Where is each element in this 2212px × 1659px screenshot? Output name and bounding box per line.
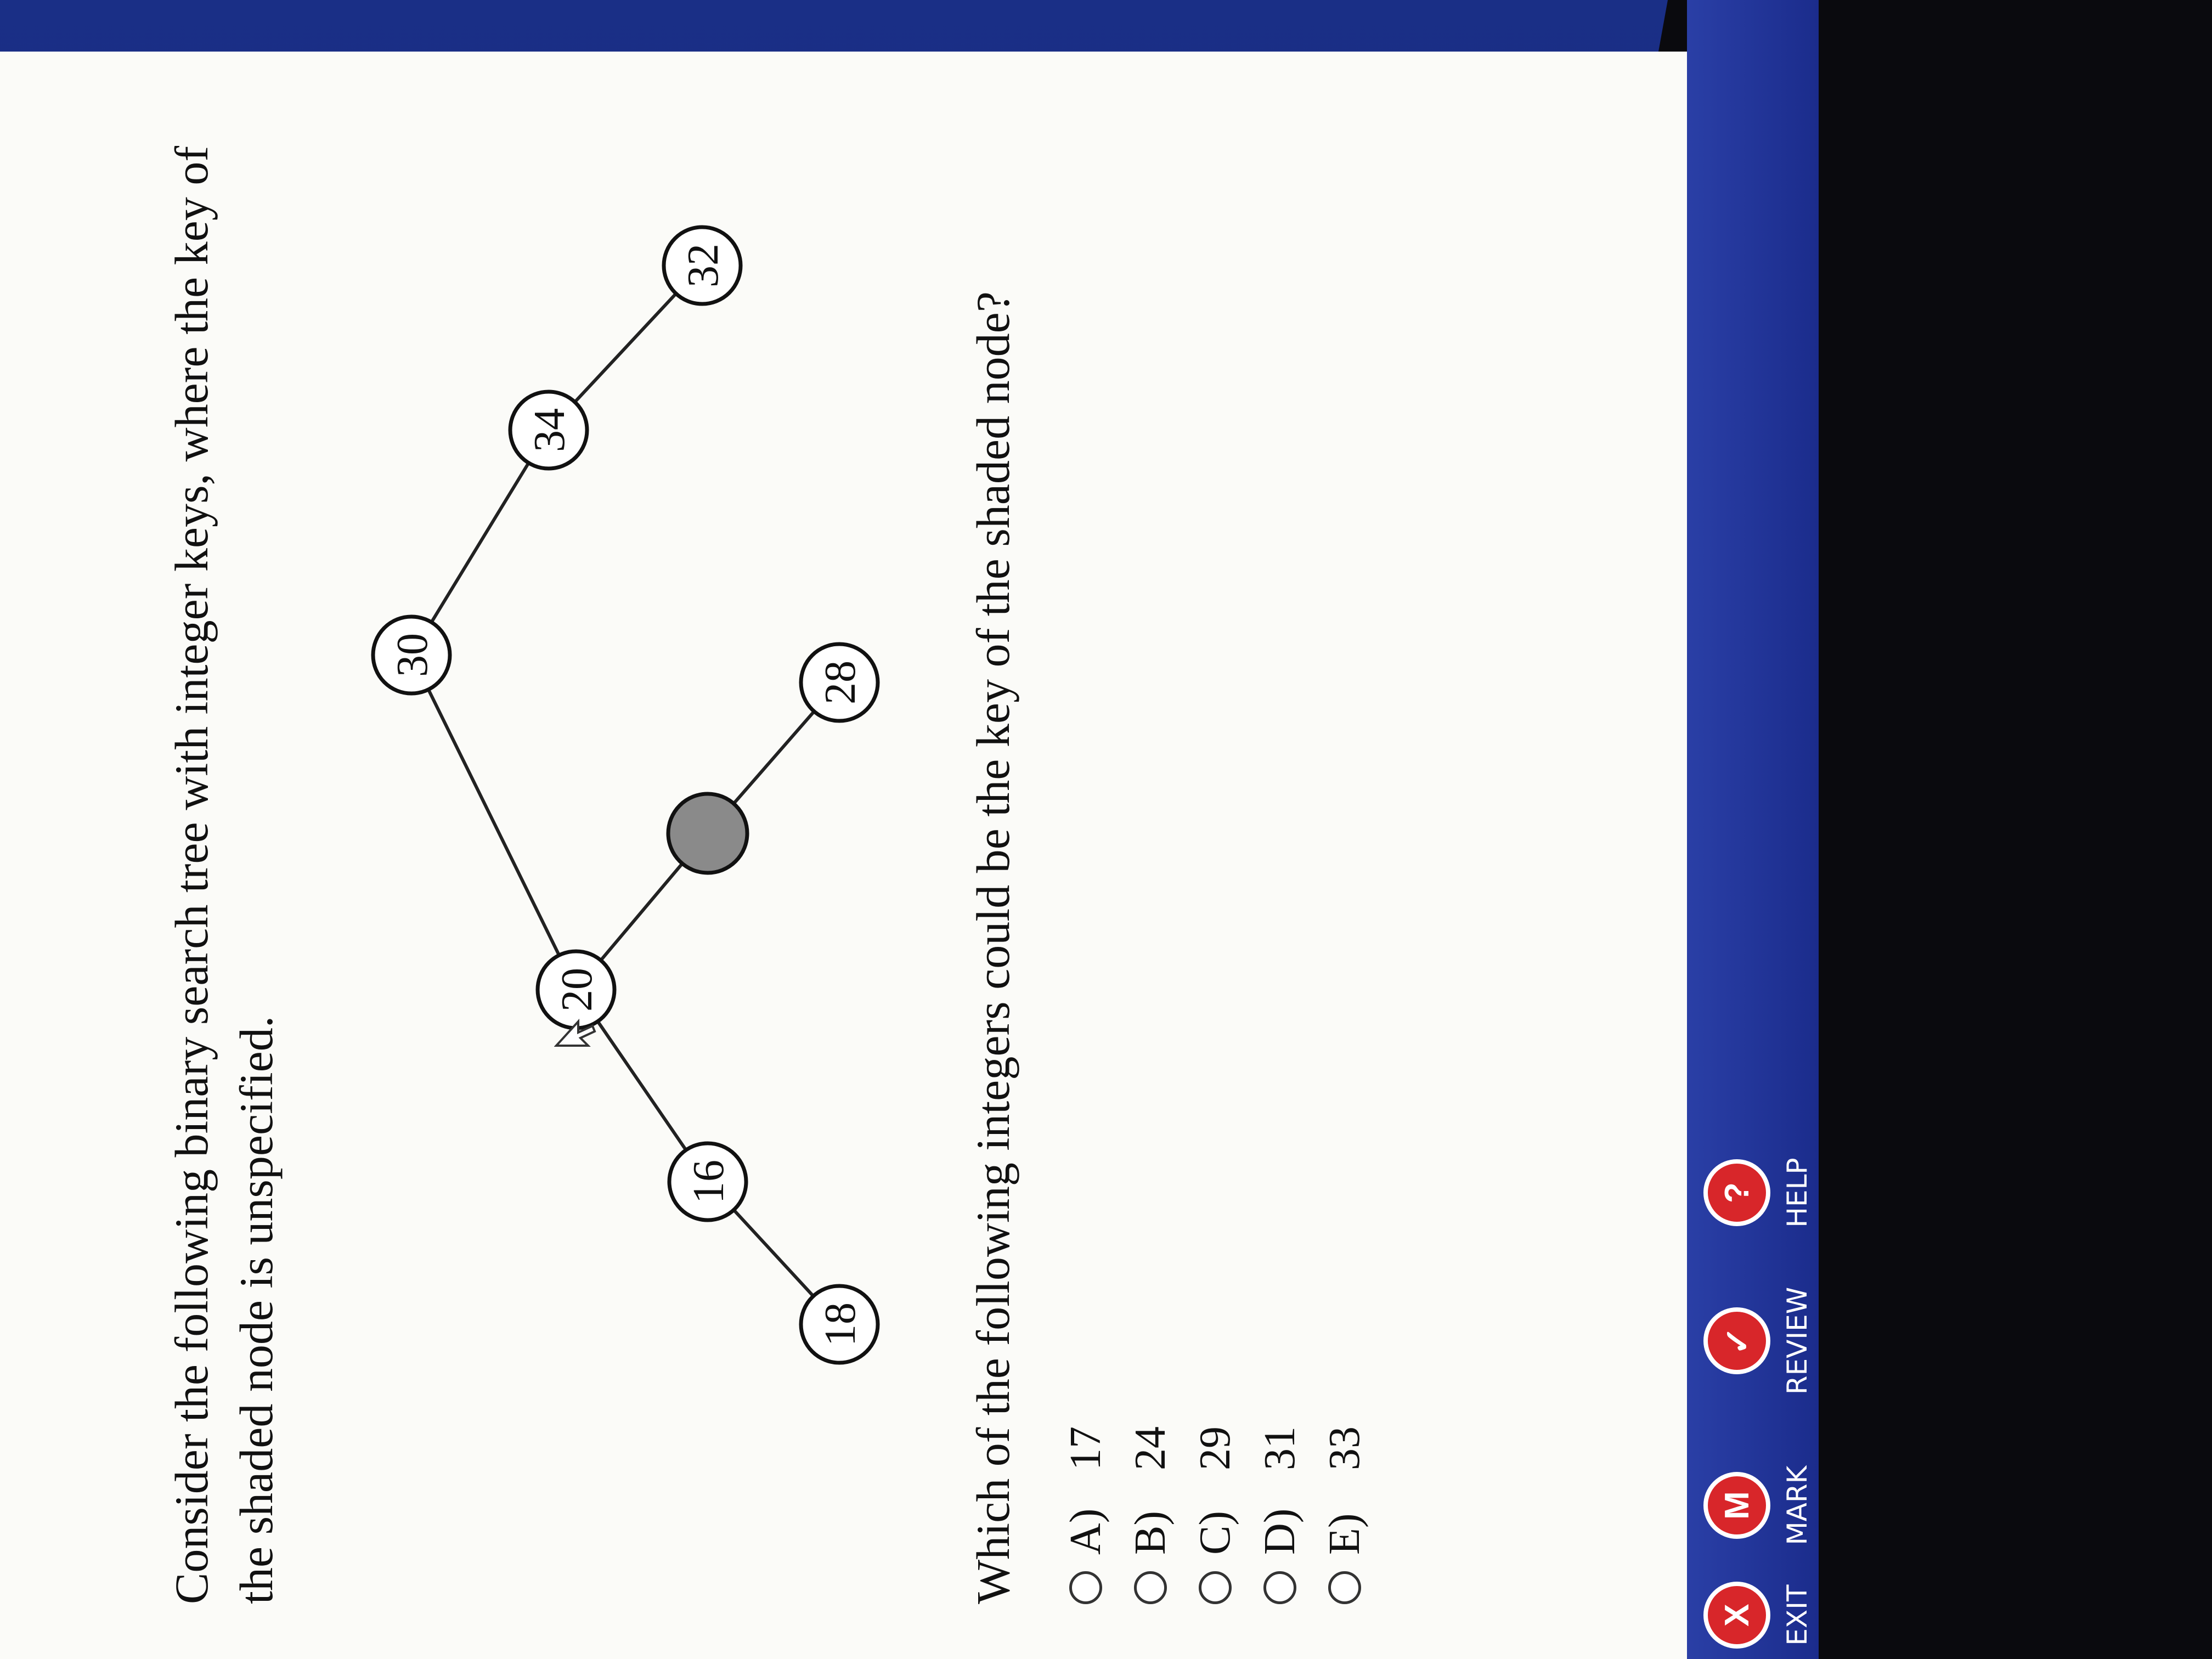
svg-text:20: 20 xyxy=(553,968,601,1012)
svg-text:30: 30 xyxy=(388,633,437,677)
mouse-cursor-icon xyxy=(554,1018,596,1047)
tree-node: 28 xyxy=(799,642,880,723)
checkmark-icon: ✓ xyxy=(1703,1307,1770,1374)
choice-label: D) xyxy=(1255,1508,1304,1555)
exit-label: EXIT xyxy=(1781,1584,1813,1646)
tree-node: 32 xyxy=(662,225,743,306)
tree-node: 16 xyxy=(667,1141,748,1222)
tree-node: 34 xyxy=(508,390,589,471)
choice-value: 17 xyxy=(1061,1426,1110,1470)
svg-text:18: 18 xyxy=(816,1302,865,1346)
binary-search-tree-diagram: 30 20 34 16 32 18 28 xyxy=(371,225,880,1365)
choice-label: E) xyxy=(1320,1513,1369,1555)
tree-edge xyxy=(410,654,578,991)
choice-value: 24 xyxy=(1126,1426,1175,1470)
review-label: REVIEW xyxy=(1781,1286,1813,1395)
choice-value: 33 xyxy=(1320,1426,1369,1470)
choice-label: C) xyxy=(1190,1511,1239,1555)
tree-node: 30 xyxy=(371,614,452,696)
answer-choices: A) 17 B) 24 C) 29 D) 31 E) 33 xyxy=(1053,1426,1377,1604)
review-button[interactable]: ✓ REVIEW xyxy=(1703,1269,1813,1412)
tree-node: 18 xyxy=(799,1284,880,1365)
radio-button[interactable] xyxy=(1069,1571,1102,1604)
choice-value: 29 xyxy=(1190,1426,1239,1470)
svg-text:34: 34 xyxy=(526,408,574,452)
question-panel: Consider the following binary search tre… xyxy=(0,52,1687,1659)
svg-text:16: 16 xyxy=(685,1160,733,1204)
mark-icon: M xyxy=(1703,1472,1770,1539)
question-text: Which of the following integers could be… xyxy=(967,291,1019,1604)
exam-toolbar: X EXIT M MARK ✓ REVIEW ? HELP xyxy=(1687,0,1819,1659)
svg-text:32: 32 xyxy=(679,244,727,287)
choice-a[interactable]: A) 17 xyxy=(1053,1426,1118,1604)
exit-icon: X xyxy=(1703,1582,1770,1649)
exit-button[interactable]: X EXIT xyxy=(1703,1577,1813,1654)
exam-screen: Consider the following binary search tre… xyxy=(0,0,2212,1659)
choice-c[interactable]: C) 29 xyxy=(1183,1426,1248,1604)
radio-button[interactable] xyxy=(1263,1571,1296,1604)
choice-b[interactable]: B) 24 xyxy=(1118,1426,1183,1604)
help-icon: ? xyxy=(1703,1159,1770,1226)
radio-button[interactable] xyxy=(1199,1571,1232,1604)
shaded-tree-node xyxy=(666,792,749,875)
choice-value: 31 xyxy=(1255,1426,1304,1470)
help-button[interactable]: ? HELP xyxy=(1703,1138,1813,1248)
radio-button[interactable] xyxy=(1328,1571,1361,1604)
help-label: HELP xyxy=(1781,1158,1813,1228)
choice-label: B) xyxy=(1126,1511,1175,1555)
mark-button[interactable]: M MARK xyxy=(1703,1451,1813,1560)
mark-label: MARK xyxy=(1781,1465,1813,1545)
choice-label: A) xyxy=(1061,1508,1110,1555)
choice-d[interactable]: D) 31 xyxy=(1248,1426,1312,1604)
radio-button[interactable] xyxy=(1134,1571,1167,1604)
choice-e[interactable]: E) 33 xyxy=(1312,1426,1377,1604)
svg-text:28: 28 xyxy=(816,661,865,704)
